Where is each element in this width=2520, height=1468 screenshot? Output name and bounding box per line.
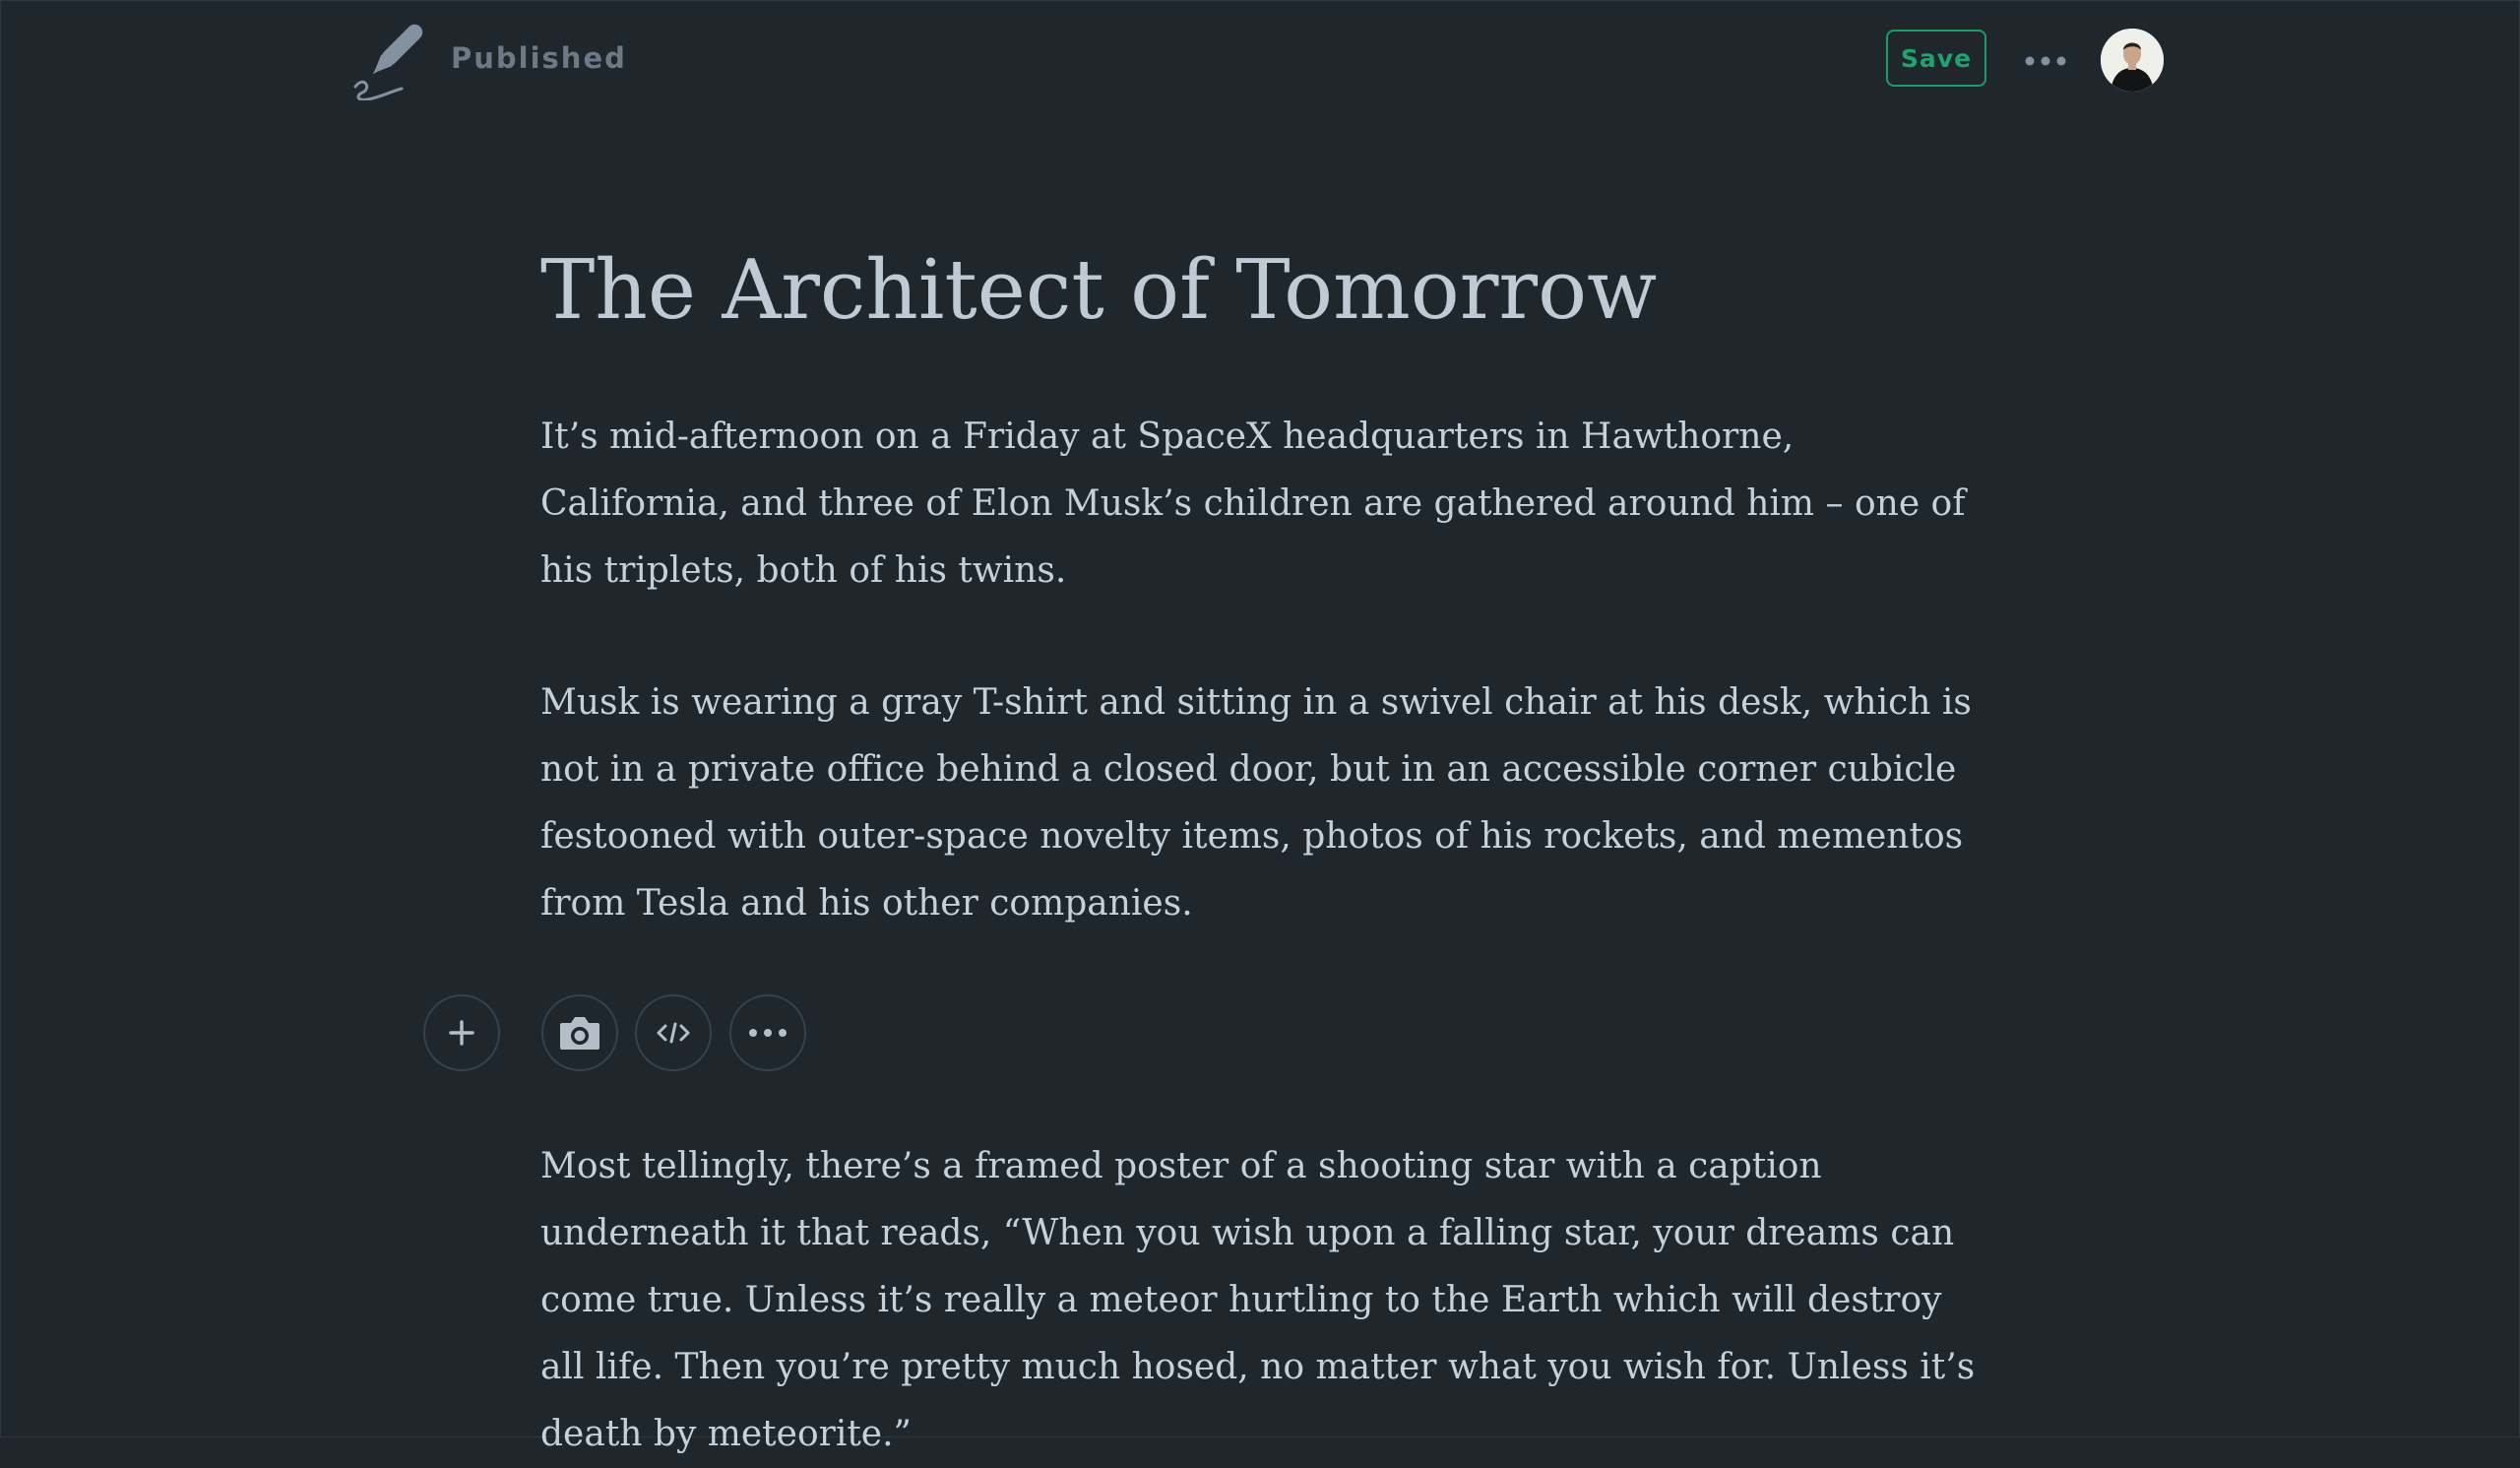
insert-embed-button[interactable] xyxy=(635,994,712,1071)
article-paragraph[interactable]: It’s mid-afternoon on a Friday at SpaceX… xyxy=(540,404,1978,605)
add-block-button[interactable] xyxy=(423,994,500,1071)
camera-icon xyxy=(560,1017,599,1050)
article-paragraph[interactable]: Musk is wearing a gray T-shirt and sitti… xyxy=(540,670,1978,937)
editor-header: Published Save xyxy=(0,0,2520,122)
article-paragraph[interactable]: Most tellingly, there’s a framed poster … xyxy=(540,1133,1978,1468)
more-options-button[interactable] xyxy=(729,994,806,1071)
more-horizontal-icon xyxy=(749,1029,787,1037)
code-embed-icon xyxy=(657,1022,690,1044)
insert-image-button[interactable] xyxy=(541,994,618,1071)
quill-pen-icon[interactable] xyxy=(350,20,425,101)
save-button[interactable]: Save xyxy=(1886,30,1986,87)
more-horizontal-icon[interactable] xyxy=(2020,37,2071,85)
plus-icon xyxy=(449,1020,474,1046)
article-title[interactable]: The Architect of Tomorrow xyxy=(540,236,1657,345)
publish-status: Published xyxy=(451,41,627,75)
user-avatar-icon[interactable] xyxy=(2101,29,2164,92)
